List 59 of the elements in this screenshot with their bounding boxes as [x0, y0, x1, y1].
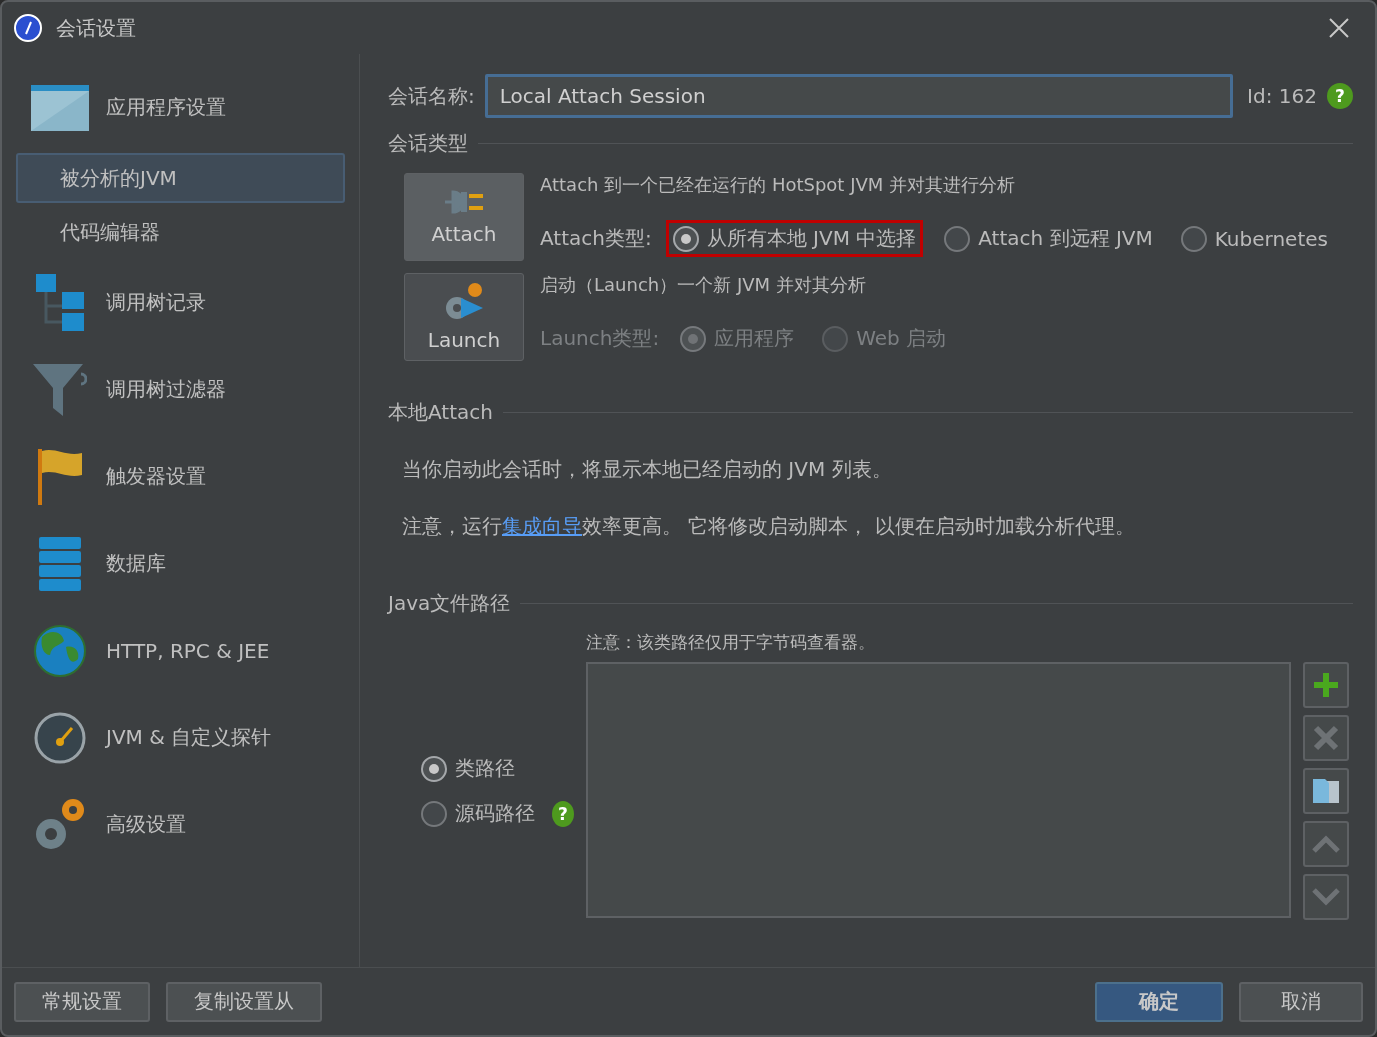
sidebar-item[interactable]: JVM & 自定义探针 — [16, 694, 345, 781]
gear-play-icon — [443, 282, 485, 322]
sidebar-item[interactable]: HTTP, RPC & JEE — [16, 607, 345, 694]
chevron-up-icon — [1312, 835, 1340, 853]
radio-option[interactable]: 源码路径 — [414, 795, 542, 832]
sidebar-item[interactable]: 触发器设置 — [16, 433, 345, 520]
globe-icon — [34, 624, 86, 677]
cancel-button[interactable]: 取消 — [1239, 981, 1363, 1022]
sidebar-item[interactable]: 被分析的JVM — [16, 153, 345, 203]
session-type-button[interactable]: Attach — [404, 173, 524, 261]
plus-icon — [1313, 672, 1339, 698]
add-button[interactable] — [1303, 662, 1349, 708]
radio-option[interactable]: 从所有本地 JVM 中选择 — [665, 220, 924, 257]
type-label: Launch类型: — [540, 325, 660, 352]
copy-button[interactable] — [1303, 768, 1349, 814]
plug-icon — [443, 188, 485, 216]
id-label: Id: 162 — [1247, 84, 1317, 108]
path-list[interactable] — [586, 662, 1291, 918]
close-icon[interactable] — [1329, 18, 1349, 38]
window-title: 会话设置 — [56, 14, 137, 42]
section-title: 会话类型 — [388, 130, 468, 157]
section-title: Java文件路径 — [388, 590, 511, 617]
remove-button[interactable] — [1303, 715, 1349, 761]
sidebar-item[interactable]: 调用树记录 — [16, 259, 345, 346]
section-title: 本地Attach — [388, 399, 493, 426]
tree-icon — [36, 273, 84, 332]
path-note: 注意：该类路径仅用于字节码查看器。 — [586, 631, 876, 654]
help-icon[interactable]: ? — [1327, 83, 1353, 109]
footer-button[interactable]: 复制设置从 — [166, 981, 322, 1022]
sidebar-item[interactable]: 应用程序设置 — [16, 64, 345, 151]
type-label: Attach类型: — [540, 225, 652, 252]
move-down-button[interactable] — [1303, 874, 1349, 920]
ok-button[interactable]: 确定 — [1095, 981, 1223, 1022]
note-text: 注意，运行集成向导效率更高。 它将修改启动脚本， 以便在启动时加载分析代理。 — [401, 513, 1136, 540]
wizard-link[interactable]: 集成向导 — [502, 514, 582, 538]
funnel-icon — [33, 363, 87, 416]
help-icon[interactable]: ? — [552, 800, 574, 827]
type-description: Attach 到一个已经在运行的 HotSpot JVM 并对其进行分析 — [540, 173, 1016, 197]
flag-icon — [38, 448, 82, 505]
document-icon — [1311, 777, 1341, 805]
chevron-down-icon — [1312, 888, 1340, 906]
gauge-icon — [34, 711, 86, 764]
type-description: 启动（Launch）一个新 JVM 并对其分析 — [540, 273, 867, 297]
info-text: 当你启动此会话时，将显示本地已经启动的 JVM 列表。 — [401, 456, 893, 483]
move-up-button[interactable] — [1303, 821, 1349, 867]
footer-button[interactable]: 常规设置 — [14, 981, 150, 1022]
gauge-logo-icon — [14, 14, 42, 42]
radio-option[interactable]: Kubernetes — [1173, 220, 1335, 257]
cross-icon — [1313, 725, 1339, 751]
sidebar-item[interactable]: 数据库 — [16, 520, 345, 607]
window-icon — [31, 84, 89, 131]
session-name-field[interactable]: Local Attach Session — [484, 74, 1234, 118]
field-label: 会话名称: — [388, 82, 475, 110]
sidebar-item[interactable]: 调用树过滤器 — [16, 346, 345, 433]
sidebar-item[interactable]: 代码编辑器 — [16, 207, 345, 257]
database-icon — [39, 536, 81, 591]
sidebar-item[interactable]: 高级设置 — [16, 781, 345, 868]
radio-option[interactable]: Attach 到远程 JVM — [937, 220, 1160, 257]
radio-option[interactable]: 类路径 — [414, 750, 522, 787]
